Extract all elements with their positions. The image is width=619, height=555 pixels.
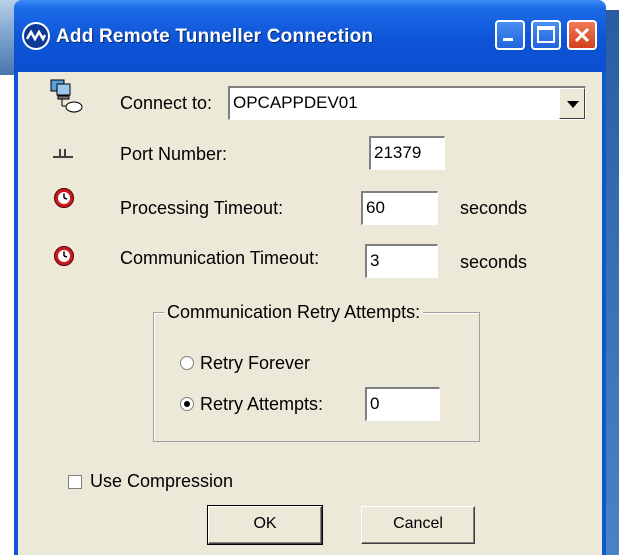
connect-to-label: Connect to:	[120, 93, 213, 113]
communication-timeout-label: Communication Timeout:	[120, 248, 320, 268]
dialog-body: Connect to: OPCAPPDEV01 Port Number: 213…	[18, 72, 602, 555]
retry-attempts-label[interactable]: Retry Attempts:	[200, 391, 323, 417]
close-icon	[574, 27, 590, 43]
retry-forever-radio[interactable]	[180, 356, 194, 370]
clock-icon	[53, 245, 75, 267]
cancel-button[interactable]: Cancel	[361, 506, 475, 544]
processing-timeout-unit: seconds	[460, 198, 528, 218]
communication-timeout-unit: seconds	[460, 252, 528, 272]
dialog-window: Add Remote Tunneller Connection Connect …	[14, 0, 606, 555]
retry-forever-label[interactable]: Retry Forever	[200, 350, 310, 376]
retry-attempts-radio[interactable]	[180, 397, 194, 411]
app-icon	[22, 22, 50, 50]
port-icon	[52, 146, 74, 162]
clock-icon	[53, 187, 75, 209]
minimize-icon	[503, 38, 513, 41]
communication-timeout-input[interactable]: 3	[365, 244, 438, 278]
connect-to-value: OPCAPPDEV01	[233, 93, 358, 112]
network-computers-icon	[48, 78, 84, 114]
minimize-button[interactable]	[495, 20, 525, 50]
processing-timeout-input[interactable]: 60	[361, 191, 438, 225]
maximize-button[interactable]	[531, 20, 561, 50]
connect-to-combobox[interactable]: OPCAPPDEV01	[228, 86, 586, 120]
maximize-icon	[537, 26, 555, 43]
close-button[interactable]	[567, 20, 597, 50]
port-number-input[interactable]: 21379	[369, 136, 445, 170]
window-title: Add Remote Tunneller Connection	[56, 26, 374, 47]
title-bar[interactable]: Add Remote Tunneller Connection	[14, 0, 606, 72]
retry-attempts-groupbox	[153, 312, 480, 442]
retry-group-title: Communication Retry Attempts:	[164, 299, 424, 325]
port-number-label: Port Number:	[120, 144, 228, 164]
desktop-background-right	[605, 10, 619, 555]
ok-button[interactable]: OK	[207, 505, 323, 545]
use-compression-label[interactable]: Use Compression	[90, 468, 233, 494]
use-compression-checkbox[interactable]	[68, 475, 82, 489]
chevron-down-icon[interactable]	[559, 88, 585, 119]
processing-timeout-label: Processing Timeout:	[120, 198, 284, 218]
retry-attempts-input[interactable]: 0	[365, 387, 440, 421]
